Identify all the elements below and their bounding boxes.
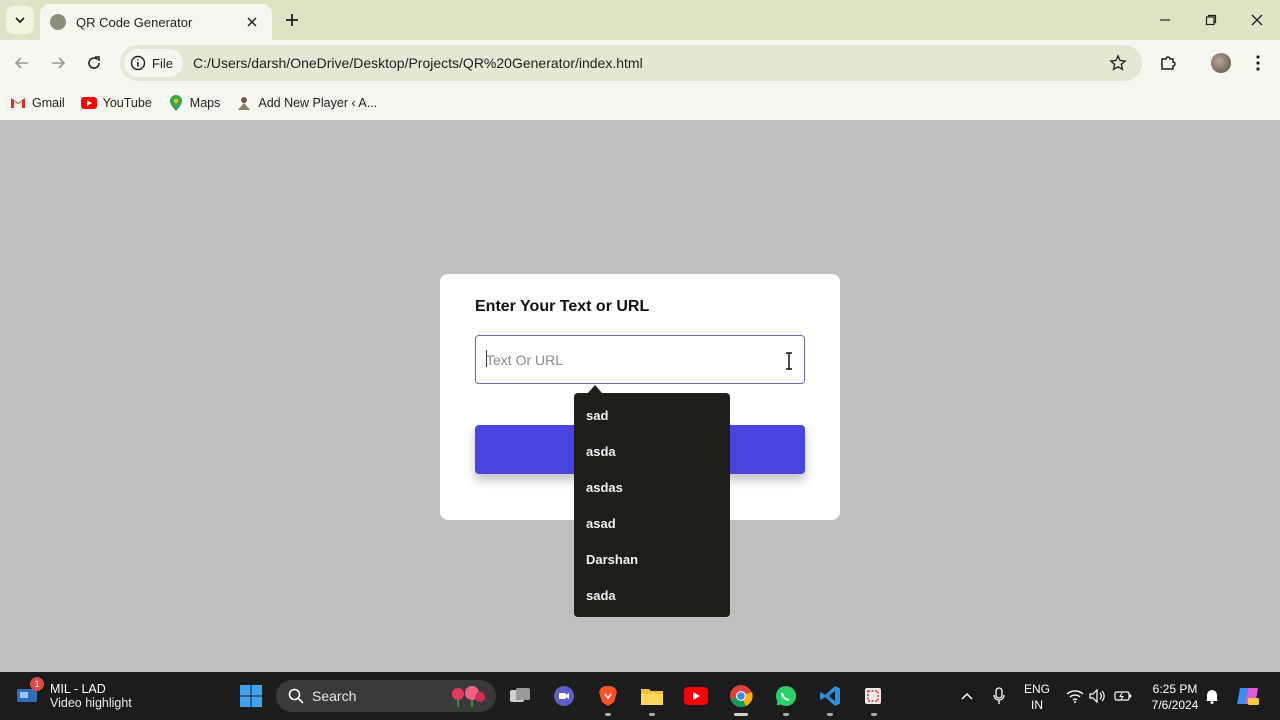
tab-close-button[interactable] bbox=[242, 12, 262, 32]
file-explorer-icon[interactable] bbox=[636, 680, 668, 716]
player-icon bbox=[236, 95, 252, 111]
brave-browser-icon[interactable] bbox=[592, 680, 624, 716]
widget-icon: 1 bbox=[16, 677, 44, 707]
autocomplete-item[interactable]: asad bbox=[574, 505, 730, 541]
bookmark-youtube[interactable]: YouTube bbox=[80, 90, 152, 116]
restore-icon bbox=[1205, 14, 1217, 26]
maps-icon bbox=[168, 95, 184, 111]
battery-icon[interactable] bbox=[1107, 680, 1139, 712]
windows-taskbar: 1 MIL - LAD Video highlight Search ENG I… bbox=[0, 672, 1280, 720]
autocomplete-item[interactable]: sada bbox=[574, 577, 730, 613]
task-view-icon[interactable] bbox=[504, 680, 536, 712]
tab-search-button[interactable] bbox=[6, 6, 34, 34]
site-info-chip[interactable]: File bbox=[124, 49, 183, 77]
close-icon bbox=[1251, 14, 1263, 26]
url-text[interactable]: C:/Users/darsh/OneDrive/Desktop/Projects… bbox=[193, 55, 1102, 71]
windows-logo-icon bbox=[240, 685, 262, 707]
back-button[interactable] bbox=[6, 47, 38, 79]
tab-strip: QR Code Generator bbox=[0, 0, 1280, 40]
bookmark-maps[interactable]: Maps bbox=[168, 90, 221, 116]
search-label: Search bbox=[312, 688, 357, 704]
autocomplete-item[interactable]: asda bbox=[574, 433, 730, 469]
file-chip-label: File bbox=[152, 55, 173, 71]
puzzle-icon bbox=[1161, 56, 1176, 70]
forward-button[interactable] bbox=[42, 47, 74, 79]
notifications-bell-icon[interactable] bbox=[1196, 680, 1228, 712]
form-title: Enter Your Text or URL bbox=[475, 298, 650, 315]
language-indicator[interactable]: ENG IN bbox=[1020, 681, 1054, 713]
star-icon bbox=[1109, 54, 1127, 71]
bookmark-label: Add New Player ‹ A... bbox=[258, 96, 378, 110]
bookmarks-bar: Gmail YouTube Maps Add New Player ‹ A... bbox=[0, 86, 1280, 120]
reload-button[interactable] bbox=[78, 47, 110, 79]
autocomplete-item[interactable]: Darshan bbox=[574, 541, 730, 577]
browser-toolbar: File C:/Users/darsh/OneDrive/Desktop/Pro… bbox=[0, 40, 1280, 86]
text-url-input[interactable] bbox=[475, 335, 805, 384]
bookmark-label: Maps bbox=[189, 96, 221, 110]
restore-button[interactable] bbox=[1188, 0, 1234, 40]
start-button[interactable] bbox=[235, 680, 267, 712]
text-cursor-icon bbox=[786, 352, 792, 370]
arrow-right-icon bbox=[52, 57, 66, 69]
bookmark-add-new-player[interactable]: Add New Player ‹ A... bbox=[236, 90, 377, 116]
bookmark-label: YouTube bbox=[102, 96, 152, 110]
youtube-app-icon[interactable] bbox=[680, 680, 712, 712]
minimize-button[interactable] bbox=[1142, 0, 1188, 40]
widget-subtitle: Video highlight bbox=[50, 696, 132, 710]
address-bar[interactable]: File C:/Users/darsh/OneDrive/Desktop/Pro… bbox=[120, 45, 1142, 81]
close-window-button[interactable] bbox=[1234, 0, 1280, 40]
widget-title: MIL - LAD bbox=[50, 682, 106, 696]
youtube-icon bbox=[80, 95, 97, 111]
copilot-icon[interactable] bbox=[1232, 680, 1264, 712]
text-caret bbox=[486, 350, 487, 367]
chrome-icon[interactable] bbox=[725, 680, 757, 716]
snipping-tool-icon[interactable] bbox=[858, 680, 890, 716]
autocomplete-dropdown: sad asda asdas asad Darshan sada bbox=[574, 393, 730, 617]
reload-icon bbox=[88, 56, 100, 69]
gmail-icon bbox=[10, 95, 26, 111]
whatsapp-icon[interactable] bbox=[770, 680, 802, 716]
notification-badge: 1 bbox=[30, 677, 44, 691]
minimize-icon bbox=[1160, 19, 1170, 21]
autocomplete-item[interactable]: sad bbox=[574, 397, 730, 433]
new-tab-button[interactable] bbox=[280, 8, 304, 32]
flowers-icon bbox=[452, 686, 485, 707]
news-widget[interactable]: 1 MIL - LAD Video highlight bbox=[16, 677, 156, 714]
search-icon bbox=[288, 688, 304, 704]
autocomplete-pointer bbox=[588, 385, 602, 393]
bookmark-gmail[interactable]: Gmail bbox=[10, 90, 65, 116]
plus-icon bbox=[286, 14, 298, 26]
autocomplete-item[interactable]: asdas bbox=[574, 469, 730, 505]
chevron-down-icon bbox=[15, 17, 25, 24]
kebab-menu-icon bbox=[1256, 55, 1260, 71]
tab-title: QR Code Generator bbox=[76, 14, 193, 30]
globe-icon bbox=[50, 14, 66, 30]
avatar-icon bbox=[1211, 53, 1231, 73]
arrow-left-icon bbox=[14, 57, 28, 69]
bookmark-star-button[interactable] bbox=[1102, 47, 1134, 79]
microphone-icon[interactable] bbox=[983, 680, 1015, 712]
tab-qr-code-generator[interactable]: QR Code Generator bbox=[40, 4, 272, 40]
menu-button[interactable] bbox=[1242, 47, 1274, 79]
close-icon bbox=[247, 17, 257, 27]
vscode-icon[interactable] bbox=[814, 680, 846, 716]
region-code: IN bbox=[1031, 698, 1043, 712]
language-code: ENG bbox=[1023, 682, 1050, 696]
info-icon bbox=[130, 55, 146, 71]
meet-icon[interactable] bbox=[548, 680, 580, 712]
profile-avatar[interactable] bbox=[1205, 47, 1237, 79]
taskbar-search[interactable]: Search bbox=[276, 680, 496, 712]
tray-overflow-icon[interactable] bbox=[951, 680, 983, 712]
bookmark-label: Gmail bbox=[32, 96, 65, 110]
extensions-button[interactable] bbox=[1152, 47, 1184, 79]
